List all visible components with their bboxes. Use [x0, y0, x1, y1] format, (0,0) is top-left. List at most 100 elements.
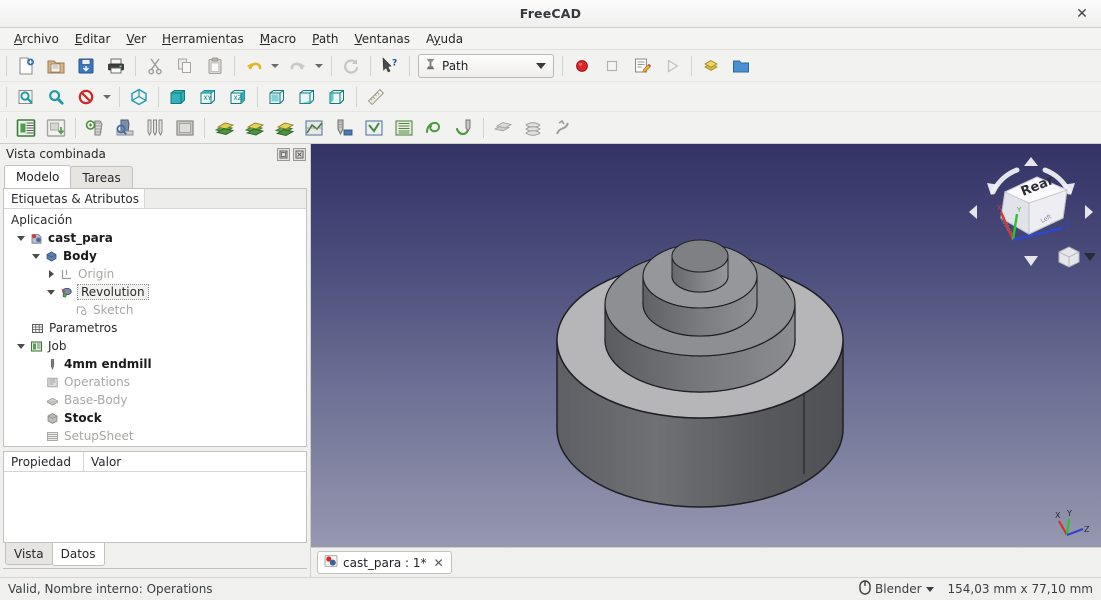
property-table-body[interactable]: [4, 472, 306, 542]
macro-stop-icon[interactable]: [598, 53, 626, 79]
undo-icon[interactable]: [240, 53, 268, 79]
navigation-mode-label: Blender: [875, 582, 922, 596]
window-close-button[interactable]: ✕: [1071, 4, 1093, 24]
path-3d-surface-icon[interactable]: [300, 115, 328, 141]
draw-style-dropdown-caret[interactable]: [101, 84, 113, 110]
path-face-icon[interactable]: [270, 115, 298, 141]
path-array-icon[interactable]: [489, 115, 517, 141]
menu-macro[interactable]: Macro: [252, 30, 304, 48]
path-profile-icon[interactable]: [210, 115, 238, 141]
rear-view-icon[interactable]: [263, 84, 291, 110]
menu-archivo[interactable]: Archivo: [6, 30, 67, 48]
menu-path[interactable]: Path: [304, 30, 346, 48]
whats-this-icon[interactable]: ?: [376, 53, 404, 79]
tree-item-aplicacion[interactable]: Aplicación: [4, 211, 306, 229]
toolbar-separator: [331, 56, 332, 76]
menu-ver[interactable]: Ver: [118, 30, 154, 48]
tree-item-label: Base-Body: [61, 393, 127, 407]
macro-edit-icon[interactable]: [628, 53, 656, 79]
chevron-down-icon[interactable]: [44, 283, 58, 301]
refresh-icon[interactable]: [337, 53, 365, 79]
fit-selection-icon[interactable]: [42, 84, 70, 110]
tree-item-sketch[interactable]: Sketch: [4, 301, 306, 319]
3d-viewport[interactable]: Rear Bottom Left X Y Z: [311, 144, 1101, 547]
tree-item-base-body[interactable]: Base-Body: [4, 391, 306, 409]
undo-dropdown-caret[interactable]: [269, 53, 281, 79]
open-document-icon[interactable]: [42, 53, 70, 79]
right-view-icon[interactable]: XZ: [224, 84, 252, 110]
macro-execute-icon[interactable]: [658, 53, 686, 79]
tree-item-parametros[interactable]: Parametros: [4, 319, 306, 337]
macro-folder-icon[interactable]: [727, 53, 755, 79]
value-column-header[interactable]: Valor: [84, 452, 306, 471]
chevron-right-icon[interactable]: [44, 265, 58, 283]
fit-all-icon[interactable]: [12, 84, 40, 110]
document-tab-cast-para[interactable]: cast_para : 1* ✕: [317, 551, 452, 574]
navigation-cube[interactable]: Rear Bottom Left X Y Z: [967, 148, 1095, 276]
tree-item-stock[interactable]: Stock: [4, 409, 306, 427]
tab-datos[interactable]: Datos: [52, 543, 105, 566]
path-adaptive-icon[interactable]: [420, 115, 448, 141]
new-document-icon[interactable]: [12, 53, 40, 79]
undock-icon[interactable]: [277, 148, 290, 161]
left-view-icon[interactable]: [323, 84, 351, 110]
tree-header-labels[interactable]: Etiquetas & Atributos: [4, 189, 145, 208]
tree-item-4mm-endmill[interactable]: 4mm endmill: [4, 355, 306, 373]
bottom-view-icon[interactable]: [293, 84, 321, 110]
tree-header-description[interactable]: [145, 189, 306, 208]
path-job-icon[interactable]: [12, 115, 40, 141]
menu-editar[interactable]: Editar: [67, 30, 119, 48]
chevron-down-icon[interactable]: [14, 337, 28, 355]
cut-icon[interactable]: [141, 53, 169, 79]
path-simple-copy-icon[interactable]: [549, 115, 577, 141]
workbench-selector[interactable]: Path: [418, 54, 554, 78]
path-tool-library-icon[interactable]: [141, 115, 169, 141]
path-post-process-icon[interactable]: [42, 115, 70, 141]
path-waterline-icon[interactable]: [450, 115, 478, 141]
path-copy-icon[interactable]: [519, 115, 547, 141]
path-drilling-icon[interactable]: [330, 115, 358, 141]
document-tab-close-icon[interactable]: ✕: [431, 556, 443, 570]
path-pocket-icon[interactable]: [240, 115, 268, 141]
close-panel-icon[interactable]: [293, 148, 306, 161]
tab-vista[interactable]: Vista: [5, 543, 53, 565]
tree-item-origin[interactable]: Origin: [4, 265, 306, 283]
tree-item-label: SetupSheet: [61, 429, 134, 443]
menu-ventanas[interactable]: Ventanas: [346, 30, 418, 48]
tree-item-setupsheet[interactable]: SetupSheet: [4, 427, 306, 445]
path-tool-inspect-icon[interactable]: [111, 115, 139, 141]
tree-item-cast-para[interactable]: cast_para: [4, 229, 306, 247]
property-column-header[interactable]: Propiedad: [4, 452, 84, 471]
copy-icon[interactable]: [171, 53, 199, 79]
base-body-icon: [44, 391, 61, 409]
path-helix-icon[interactable]: [390, 115, 418, 141]
tree-body[interactable]: Aplicación cast_para: [4, 209, 306, 446]
top-view-icon[interactable]: XY: [194, 84, 222, 110]
tree-item-revolution[interactable]: Revolution: [4, 283, 306, 301]
navigation-mode-selector[interactable]: Blender: [859, 580, 934, 598]
measure-icon[interactable]: [362, 84, 390, 110]
path-tool-controller-icon[interactable]: [81, 115, 109, 141]
menu-ayuda[interactable]: Ayuda: [418, 30, 471, 48]
chevron-down-icon[interactable]: [29, 247, 43, 265]
tree-item-job[interactable]: Job: [4, 337, 306, 355]
tree-item-operations[interactable]: Operations: [4, 373, 306, 391]
tree-item-body[interactable]: Body: [4, 247, 306, 265]
path-engrave-icon[interactable]: [360, 115, 388, 141]
macro-record-icon[interactable]: [568, 53, 596, 79]
path-sanity-icon[interactable]: [171, 115, 199, 141]
paste-icon[interactable]: [201, 53, 229, 79]
chevron-down-icon[interactable]: [14, 229, 28, 247]
redo-icon[interactable]: [284, 53, 312, 79]
front-view-icon[interactable]: [164, 84, 192, 110]
menu-herramientas[interactable]: Herramientas: [154, 30, 252, 48]
tab-modelo[interactable]: Modelo: [4, 165, 71, 188]
save-document-icon[interactable]: [72, 53, 100, 79]
tab-tareas[interactable]: Tareas: [70, 166, 132, 188]
macro-attach-icon[interactable]: [697, 53, 725, 79]
axonometric-view-icon[interactable]: [125, 84, 153, 110]
tree-item-label: cast_para: [45, 231, 113, 245]
print-icon[interactable]: [102, 53, 130, 79]
redo-dropdown-caret[interactable]: [313, 53, 325, 79]
draw-style-icon[interactable]: [72, 84, 100, 110]
